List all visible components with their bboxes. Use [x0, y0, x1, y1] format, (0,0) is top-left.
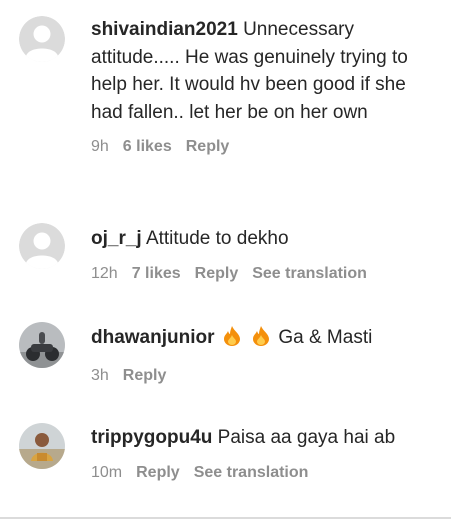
comment-time: 12h: [91, 264, 118, 282]
comment-meta: 9h 6 likes Reply: [91, 138, 431, 156]
comment-meta: 12h 7 likes Reply See translation: [91, 265, 431, 283]
see-translation-link[interactable]: See translation: [252, 265, 367, 282]
reply-button[interactable]: Reply: [136, 464, 180, 481]
comment-time: 9h: [91, 138, 109, 155]
comment-meta: 3h Reply: [91, 367, 431, 385]
user-avatar[interactable]: [19, 322, 65, 368]
comment-text: trippygopu4u Paisa aa gaya hai ab: [91, 424, 431, 452]
reply-button[interactable]: Reply: [195, 265, 239, 282]
default-avatar-icon[interactable]: [19, 16, 65, 62]
comment-time: 10m: [91, 463, 123, 481]
likes-count[interactable]: 7 likes: [132, 265, 181, 282]
comment-body: Ga & Masti: [278, 327, 373, 348]
comment-username[interactable]: dhawanjunior: [91, 327, 215, 348]
default-avatar-icon[interactable]: [19, 223, 65, 269]
comment-username[interactable]: shivaindian2021: [91, 19, 238, 40]
reply-button[interactable]: Reply: [123, 367, 167, 384]
comment-username[interactable]: trippygopu4u: [91, 427, 212, 448]
reply-button[interactable]: Reply: [186, 138, 230, 155]
fire-emoji-icon: [252, 326, 270, 355]
fire-emoji-icon: [223, 326, 241, 355]
comment-body: Attitude to dekho: [145, 228, 289, 249]
comment-meta: 10m Reply See translation: [91, 464, 431, 482]
comments-list: shivaindian2021 Unnecessary attitude....…: [0, 0, 451, 519]
comment-username[interactable]: oj_r_j: [91, 228, 142, 249]
comment-text: dhawanjunior Ga & Masti: [91, 324, 431, 355]
user-avatar[interactable]: [19, 423, 65, 469]
comment-text: shivaindian2021 Unnecessary attitude....…: [91, 16, 431, 126]
comment-text: oj_r_j Attitude to dekho: [91, 225, 431, 253]
likes-count[interactable]: 6 likes: [123, 138, 172, 155]
comment-time: 3h: [91, 366, 109, 384]
see-translation-link[interactable]: See translation: [194, 464, 309, 481]
comment-body: Paisa aa gaya hai ab: [217, 427, 396, 448]
